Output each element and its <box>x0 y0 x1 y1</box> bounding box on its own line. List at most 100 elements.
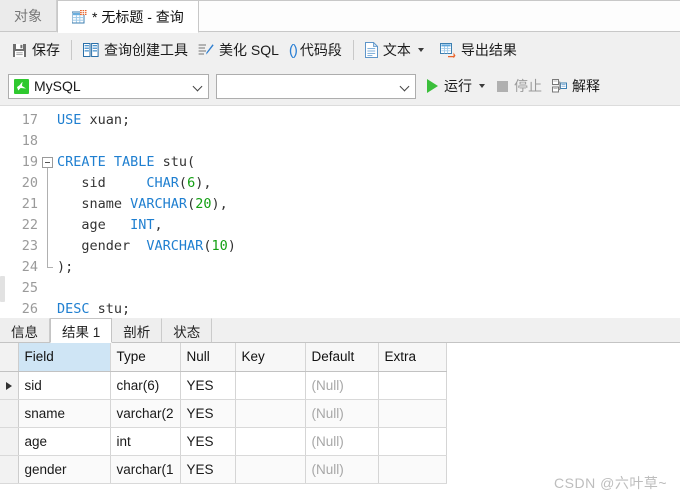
result-table: Field Type Null Key Default Extra sid char(6) Y… <box>0 343 447 484</box>
parentheses-icon: () <box>288 41 298 59</box>
table-row[interactable]: sname varchar(2 YES (Null) <box>0 399 447 428</box>
chevron-down-icon[interactable] <box>400 81 411 92</box>
code-line: 18 <box>0 131 680 152</box>
cell-default[interactable]: (Null) <box>305 399 379 428</box>
row-indicator[interactable] <box>0 371 19 400</box>
query-builder-button[interactable]: 查询创建工具 <box>78 37 193 63</box>
code-line: 17 USE xuan; <box>0 110 680 131</box>
result-tab-0[interactable]: 信息 <box>0 318 50 342</box>
result-tab-2[interactable]: 剖析 <box>112 318 163 342</box>
column-header-type[interactable]: Type <box>110 343 181 372</box>
line-number: 26 <box>21 301 38 317</box>
code-text: sid CHAR(6), <box>57 175 212 191</box>
toolbar-separator-1 <box>71 40 72 60</box>
cell-null[interactable]: YES <box>180 455 236 484</box>
grid-corner-cell <box>0 343 19 372</box>
text-view-button[interactable]: 文本 <box>360 37 429 63</box>
cell-field[interactable]: sid <box>18 371 111 400</box>
run-button-label: 运行 <box>444 78 472 94</box>
code-snippet-label: 代码段 <box>299 42 342 58</box>
line-number: 17 <box>21 112 38 128</box>
column-header-default[interactable]: Default <box>305 343 379 372</box>
query-grid-icon <box>71 9 87 24</box>
stop-button: 停止 <box>497 76 542 96</box>
row-indicator[interactable] <box>0 399 19 428</box>
cell-type[interactable]: char(6) <box>110 371 181 400</box>
line-number: 23 <box>21 238 38 254</box>
code-line: 22 age INT, <box>0 215 680 236</box>
table-row[interactable]: sid char(6) YES (Null) <box>0 371 447 400</box>
beautify-sql-button[interactable]: 美化 SQL <box>193 37 284 63</box>
text-view-label: 文本 <box>382 42 411 58</box>
database-type-value: MySQL <box>34 78 81 94</box>
cell-default[interactable]: (Null) <box>305 455 379 484</box>
cell-key[interactable] <box>235 455 306 484</box>
table-row[interactable]: age int YES (Null) <box>0 427 447 456</box>
connection-select[interactable] <box>216 73 416 99</box>
explain-button[interactable]: 解释 <box>552 76 600 96</box>
cell-field[interactable]: age <box>18 427 111 456</box>
save-button[interactable]: 保存 <box>7 37 65 63</box>
cell-extra[interactable] <box>378 399 447 428</box>
text-view-dropdown-arrow-icon[interactable] <box>417 48 424 52</box>
line-number: 20 <box>21 175 38 191</box>
cell-null[interactable]: YES <box>180 399 236 428</box>
export-result-button[interactable]: 导出结果 <box>435 37 522 63</box>
row-indicator[interactable] <box>0 427 19 456</box>
sql-editor[interactable]: 17 USE xuan; 18 19 CREATE TABLE stu(20 sid C… <box>0 105 680 318</box>
cell-default[interactable]: (Null) <box>305 427 379 456</box>
beautify-sql-icon <box>198 43 214 58</box>
column-header-field[interactable]: Field <box>18 343 111 372</box>
code-text: age INT, <box>57 217 163 233</box>
cell-field[interactable]: sname <box>18 399 111 428</box>
cell-type[interactable]: varchar(2 <box>110 399 181 428</box>
cell-null[interactable]: YES <box>180 427 236 456</box>
code-line: 25 <box>0 278 680 299</box>
result-tab-1[interactable]: 结果 1 <box>50 318 113 343</box>
fold-collapse-icon[interactable] <box>42 157 53 168</box>
result-table-head: Field Type Null Key Default Extra <box>0 343 447 372</box>
nav icat-main-window: 对象 * 无标题 - 查询 保存 查询创建工具 美化 SQL () 代码段 文本… <box>0 0 680 501</box>
result-tab-filler <box>212 318 680 342</box>
cell-key[interactable] <box>235 371 306 400</box>
column-header-null[interactable]: Null <box>180 343 236 372</box>
mysql-dolphin-icon <box>14 78 29 94</box>
execution-toolbar: MySQL 运行 停止 解释 <box>0 67 680 105</box>
cell-field[interactable]: gender <box>18 455 111 484</box>
run-dropdown-arrow-icon[interactable] <box>479 84 485 88</box>
code-line: 23 gender VARCHAR(10) <box>0 236 680 257</box>
row-indicator[interactable] <box>0 455 19 484</box>
export-result-icon <box>439 42 456 58</box>
cell-extra[interactable] <box>378 371 447 400</box>
save-button-label: 保存 <box>32 42 60 58</box>
cell-extra[interactable] <box>378 455 447 484</box>
cell-default[interactable]: (Null) <box>305 371 379 400</box>
cell-type[interactable]: int <box>110 427 181 456</box>
editor-splitter-handle[interactable] <box>0 276 5 302</box>
tab-objects[interactable]: 对象 <box>0 0 57 32</box>
code-snippet-button[interactable]: () 代码段 <box>284 37 347 63</box>
table-row[interactable]: gender varchar(1 YES (Null) <box>0 455 447 484</box>
line-number: 21 <box>21 196 38 212</box>
text-document-icon <box>364 42 378 58</box>
current-row-arrow-icon <box>5 381 12 390</box>
fold-end-marker <box>47 267 53 268</box>
run-button[interactable]: 运行 <box>427 76 485 96</box>
cell-null[interactable]: YES <box>180 371 236 400</box>
cell-key[interactable] <box>235 427 306 456</box>
line-number: 22 <box>21 217 38 233</box>
column-header-key[interactable]: Key <box>235 343 306 372</box>
cell-key[interactable] <box>235 399 306 428</box>
database-type-select[interactable]: MySQL <box>8 73 209 99</box>
cell-type[interactable]: varchar(1 <box>110 455 181 484</box>
code-line: 26 DESC stu; <box>0 299 680 318</box>
cell-extra[interactable] <box>378 427 447 456</box>
play-icon <box>427 79 438 93</box>
result-tab-3[interactable]: 状态 <box>162 318 213 342</box>
code-text: USE xuan; <box>57 112 131 128</box>
export-result-label: 导出结果 <box>460 42 517 58</box>
tab-query-untitled[interactable]: * 无标题 - 查询 <box>57 0 199 33</box>
code-text: gender VARCHAR(10) <box>57 238 236 254</box>
chevron-down-icon[interactable] <box>193 81 204 92</box>
column-header-extra[interactable]: Extra <box>378 343 447 372</box>
